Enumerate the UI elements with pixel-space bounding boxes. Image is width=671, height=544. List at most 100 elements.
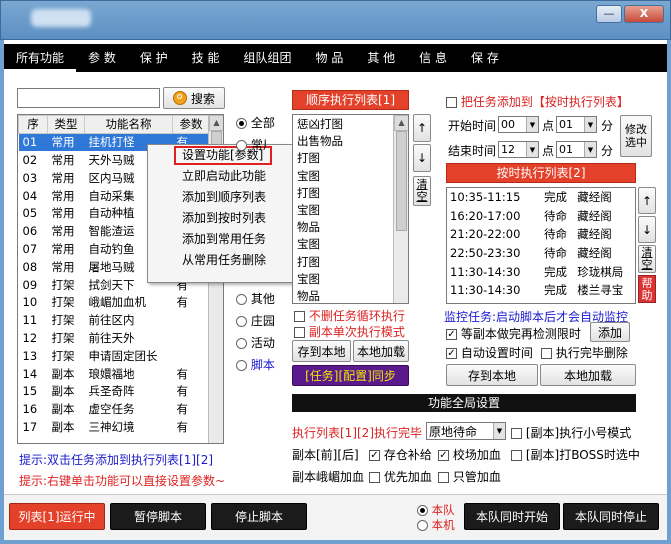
menu-protect[interactable]: 保 护 xyxy=(128,44,180,72)
schedule-row[interactable]: 11:30-14:30 完成 楼兰寻宝 xyxy=(447,281,635,300)
timed-save-local-button[interactable]: 存到本地 xyxy=(446,364,538,386)
radio-team[interactable]: 本队 xyxy=(417,502,455,518)
menu-other[interactable]: 其 他 xyxy=(355,44,407,72)
radio-all[interactable]: 全部 xyxy=(236,114,275,131)
close-icon[interactable]: X xyxy=(624,5,664,23)
timed-clear-button[interactable]: 清空 xyxy=(638,245,656,273)
radio-self[interactable]: 本机 xyxy=(417,517,455,533)
table-row[interactable]: 10 打架 峨嵋加血机 有 xyxy=(19,293,210,311)
menu-skills[interactable]: 技 能 xyxy=(180,44,232,72)
check-delete-after[interactable]: 执行完毕删除 xyxy=(541,344,628,361)
arrow-down-icon: ↓ xyxy=(641,222,653,237)
table-row[interactable]: 17 副本 三神幻境 有 xyxy=(19,418,210,436)
col-header-index[interactable]: 序 xyxy=(18,115,48,134)
help-button[interactable]: 帮助 xyxy=(638,275,656,303)
seq-scroll-thumb[interactable] xyxy=(396,131,407,231)
seq-list-scrollbar[interactable]: ▲ xyxy=(393,115,408,303)
check-field-heal[interactable]: ✓ 校场加血 xyxy=(438,446,501,463)
team-start-button[interactable]: 本队同时开始 xyxy=(464,503,560,530)
title-bar[interactable]: — X xyxy=(0,0,671,40)
radio-manor[interactable]: 庄园 xyxy=(236,312,275,329)
timed-load-local-button[interactable]: 本地加载 xyxy=(540,364,636,386)
list-item[interactable]: 惩凶打图 xyxy=(297,116,408,133)
menu-save[interactable]: 保 存 xyxy=(459,44,511,72)
start-hour-select[interactable]: 00 ▼ xyxy=(498,116,539,133)
chevron-down-icon: ▼ xyxy=(584,142,596,157)
seq-load-local-button[interactable]: 本地加载 xyxy=(353,340,409,362)
radio-other[interactable]: 其他 xyxy=(236,290,275,307)
hint-double-click: 提示:双击任务添加到执行列表[1][2] xyxy=(19,453,214,467)
table-row[interactable]: 11 打架 前往区内 xyxy=(19,311,210,329)
table-row[interactable]: 12 打架 前往天外 xyxy=(19,329,210,347)
monitor-add-button[interactable]: 添加 xyxy=(590,322,630,342)
check-single-run[interactable]: 副本单次执行模式 xyxy=(294,323,405,340)
schedule-row[interactable]: 11:30-14:30 完成 珍珑棋局 xyxy=(447,262,635,281)
list-item[interactable]: 宝图 xyxy=(297,168,408,185)
arrow-down-icon: ↓ xyxy=(416,151,428,165)
timed-move-up-button[interactable]: ↑ xyxy=(638,187,656,214)
menu-info[interactable]: 信 息 xyxy=(407,44,459,72)
seq-move-up-button[interactable]: ↑ xyxy=(413,114,431,142)
check-boss-choice[interactable]: [副本]打BOSS时选中 xyxy=(511,446,640,463)
list-item[interactable]: 物品 xyxy=(297,288,408,303)
scroll-up-icon[interactable]: ▲ xyxy=(209,115,223,131)
list-item[interactable]: 出售物品 xyxy=(297,133,408,150)
run-list-button[interactable]: 列表[1]运行中 xyxy=(9,503,105,530)
menu-items[interactable]: 物 品 xyxy=(304,44,356,72)
exec-finish-select[interactable]: 原地待命 ▼ xyxy=(426,422,506,440)
list-item[interactable]: 打图 xyxy=(297,254,408,271)
stop-script-button[interactable]: 停止脚本 xyxy=(211,503,307,530)
seq-move-down-button[interactable]: ↓ xyxy=(413,144,431,172)
radio-events[interactable]: 活动 xyxy=(236,334,275,351)
col-header-name[interactable]: 功能名称 xyxy=(84,115,173,134)
menu-params[interactable]: 参 数 xyxy=(76,44,128,72)
schedule-row[interactable]: 16:20-17:00 待命 藏经阁 xyxy=(447,207,635,226)
table-row[interactable]: 14 副本 琅嬛福地 有 xyxy=(19,365,210,383)
table-row[interactable]: 15 副本 兵圣奇阵 有 xyxy=(19,382,210,400)
table-row[interactable]: 16 副本 虚空任务 有 xyxy=(19,400,210,418)
list-item[interactable]: 打图 xyxy=(297,185,408,202)
search-input[interactable] xyxy=(17,88,160,108)
list-item[interactable]: 物品 xyxy=(297,219,408,236)
col-header-type[interactable]: 类型 xyxy=(47,115,85,134)
col-header-param[interactable]: 参数 xyxy=(172,115,210,134)
modify-selected-button[interactable]: 修改选中 xyxy=(620,115,652,157)
start-minute-select[interactable]: 01 ▼ xyxy=(556,116,597,133)
check-wait-dungeon[interactable]: ✓ 等副本做完再检测限时 xyxy=(446,325,581,342)
list-item[interactable]: 宝图 xyxy=(297,202,408,219)
menu-team[interactable]: 组队组团 xyxy=(232,44,304,72)
sync-button[interactable]: [任务][配置]同步 xyxy=(292,365,409,386)
schedule-row[interactable]: 22:50-23:30 待命 藏经阁 xyxy=(447,244,635,263)
row-type: 常用 xyxy=(51,152,75,167)
check-add-timed[interactable]: 把任务添加到【按时执行列表】 xyxy=(446,93,629,110)
check-prefer-heal[interactable]: 优先加血 xyxy=(369,468,432,485)
check-no-delete-loop[interactable]: 不删任务循环执行 xyxy=(294,307,405,324)
list-item[interactable]: 宝图 xyxy=(297,271,408,288)
pause-script-button[interactable]: 暂停脚本 xyxy=(110,503,206,530)
schedule-row[interactable]: 21:20-22:00 待命 藏经阁 xyxy=(447,225,635,244)
timed-move-down-button[interactable]: ↓ xyxy=(638,216,656,243)
schedule-row[interactable]: 10:35-11:15 完成 藏经阁 xyxy=(447,188,635,207)
list-item[interactable]: 打图 xyxy=(297,150,408,167)
radio-common[interactable]: 常用 xyxy=(236,136,266,153)
sched-task: 藏经阁 xyxy=(577,246,612,261)
task-table-header: 序 类型 功能名称 参数 xyxy=(18,115,210,134)
check-small-account[interactable]: [副本]执行小号模式 xyxy=(511,424,631,441)
radio-script[interactable]: 脚本 xyxy=(236,356,275,373)
end-hour-select[interactable]: 12 ▼ xyxy=(498,141,539,158)
search-button[interactable]: 搜索 xyxy=(163,87,225,109)
menu-all-functions[interactable]: 所有功能 xyxy=(4,44,77,72)
end-minute-select[interactable]: 01 ▼ xyxy=(556,141,597,158)
check-auto-time[interactable]: ✓ 自动设置时间 xyxy=(446,344,533,361)
check-store-supply[interactable]: ✓ 存仓补给 xyxy=(369,446,432,463)
table-row[interactable]: 13 打架 申请固定团长 xyxy=(19,347,210,365)
check-only-heal[interactable]: 只管加血 xyxy=(438,468,501,485)
seq-save-local-button[interactable]: 存到本地 xyxy=(292,340,351,362)
seq-scroll-up-icon[interactable]: ▲ xyxy=(394,115,408,131)
timed-list[interactable]: 10:35-11:15 完成 藏经阁 16:20-17:00 待命 藏经阁 21:20-22… xyxy=(446,187,636,304)
team-stop-button[interactable]: 本队同时停止 xyxy=(563,503,659,530)
seq-clear-button[interactable]: 清空 xyxy=(413,176,431,206)
minimize-icon[interactable]: — xyxy=(596,5,622,23)
seq-list[interactable]: 惩凶打图出售物品打图宝图打图宝图物品宝图打图宝图物品宝图打图宝图打图宝图出售物品… xyxy=(292,114,409,304)
list-item[interactable]: 宝图 xyxy=(297,236,408,253)
